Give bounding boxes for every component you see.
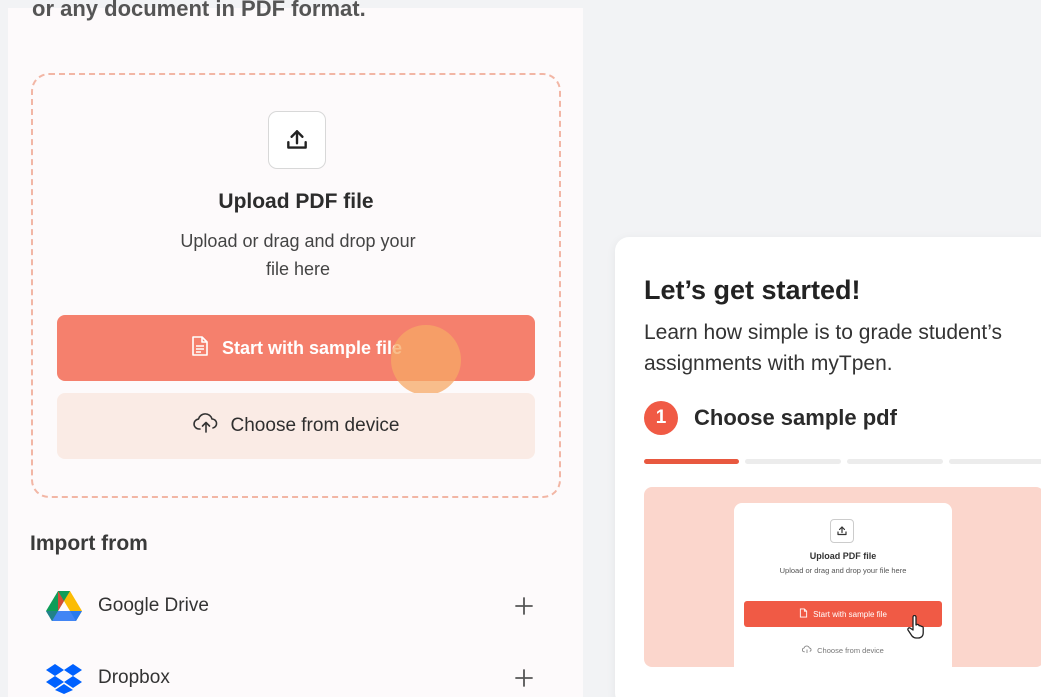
choose-from-device-button[interactable]: Choose from device: [57, 393, 535, 459]
tutorial-preview: Upload PDF file Upload or drag and drop …: [644, 487, 1041, 667]
pdf-dropzone[interactable]: Upload PDF file Upload or drag and drop …: [31, 73, 561, 498]
progress-segment: [949, 459, 1041, 464]
preview-title: Upload PDF file: [809, 551, 877, 561]
document-icon: [799, 608, 808, 620]
google-drive-icon: [46, 590, 86, 622]
click-indicator: [391, 325, 461, 395]
cloud-upload-icon: [192, 412, 219, 440]
upload-panel: or any document in PDF format. Upload PD…: [8, 0, 583, 697]
onboarding-description: Learn how simple is to grade student’s a…: [644, 321, 1002, 375]
step-number-badge: 1: [644, 401, 678, 435]
dropzone-title: Upload PDF file: [218, 190, 374, 213]
hand-cursor-icon: [906, 614, 926, 644]
cloud-upload-icon: [802, 645, 812, 656]
progress-segment: [847, 459, 943, 464]
import-dropbox[interactable]: Dropbox: [46, 658, 546, 697]
upload-icon: [268, 111, 326, 169]
panel-intro-text: or any document in PDF format.: [32, 0, 366, 21]
preview-sample-label: Start with sample file: [813, 609, 887, 619]
upload-icon: [830, 519, 854, 543]
preview-device-label: Choose from device: [817, 645, 884, 655]
step-label: Choose sample pdf: [694, 405, 897, 430]
import-from-title: Import from: [30, 532, 148, 555]
preview-subtitle: Upload or drag and drop your file here: [779, 566, 907, 575]
sample-button-label: Start with sample file: [221, 337, 403, 358]
plus-icon[interactable]: [510, 592, 538, 620]
start-with-sample-button[interactable]: Start with sample file: [57, 315, 535, 381]
progress-segment: [745, 459, 841, 464]
plus-icon[interactable]: [510, 664, 538, 692]
progress-segment-active: [644, 459, 739, 464]
preview-upload-card: Upload PDF file Upload or drag and drop …: [734, 503, 952, 667]
dropbox-icon: [46, 662, 86, 694]
onboarding-card: Let’s get started! Learn how simple is t…: [615, 237, 1041, 697]
onboarding-title: Let’s get started!: [644, 275, 861, 305]
document-icon: [190, 335, 210, 362]
import-google-drive[interactable]: Google Drive: [46, 586, 546, 626]
dropzone-subtitle: Upload or drag and drop your file here: [180, 231, 416, 279]
import-source-label: Google Drive: [98, 595, 209, 616]
device-button-label: Choose from device: [230, 415, 400, 436]
import-source-label: Dropbox: [98, 667, 170, 688]
onboarding-step: 1 Choose sample pdf: [644, 401, 897, 435]
